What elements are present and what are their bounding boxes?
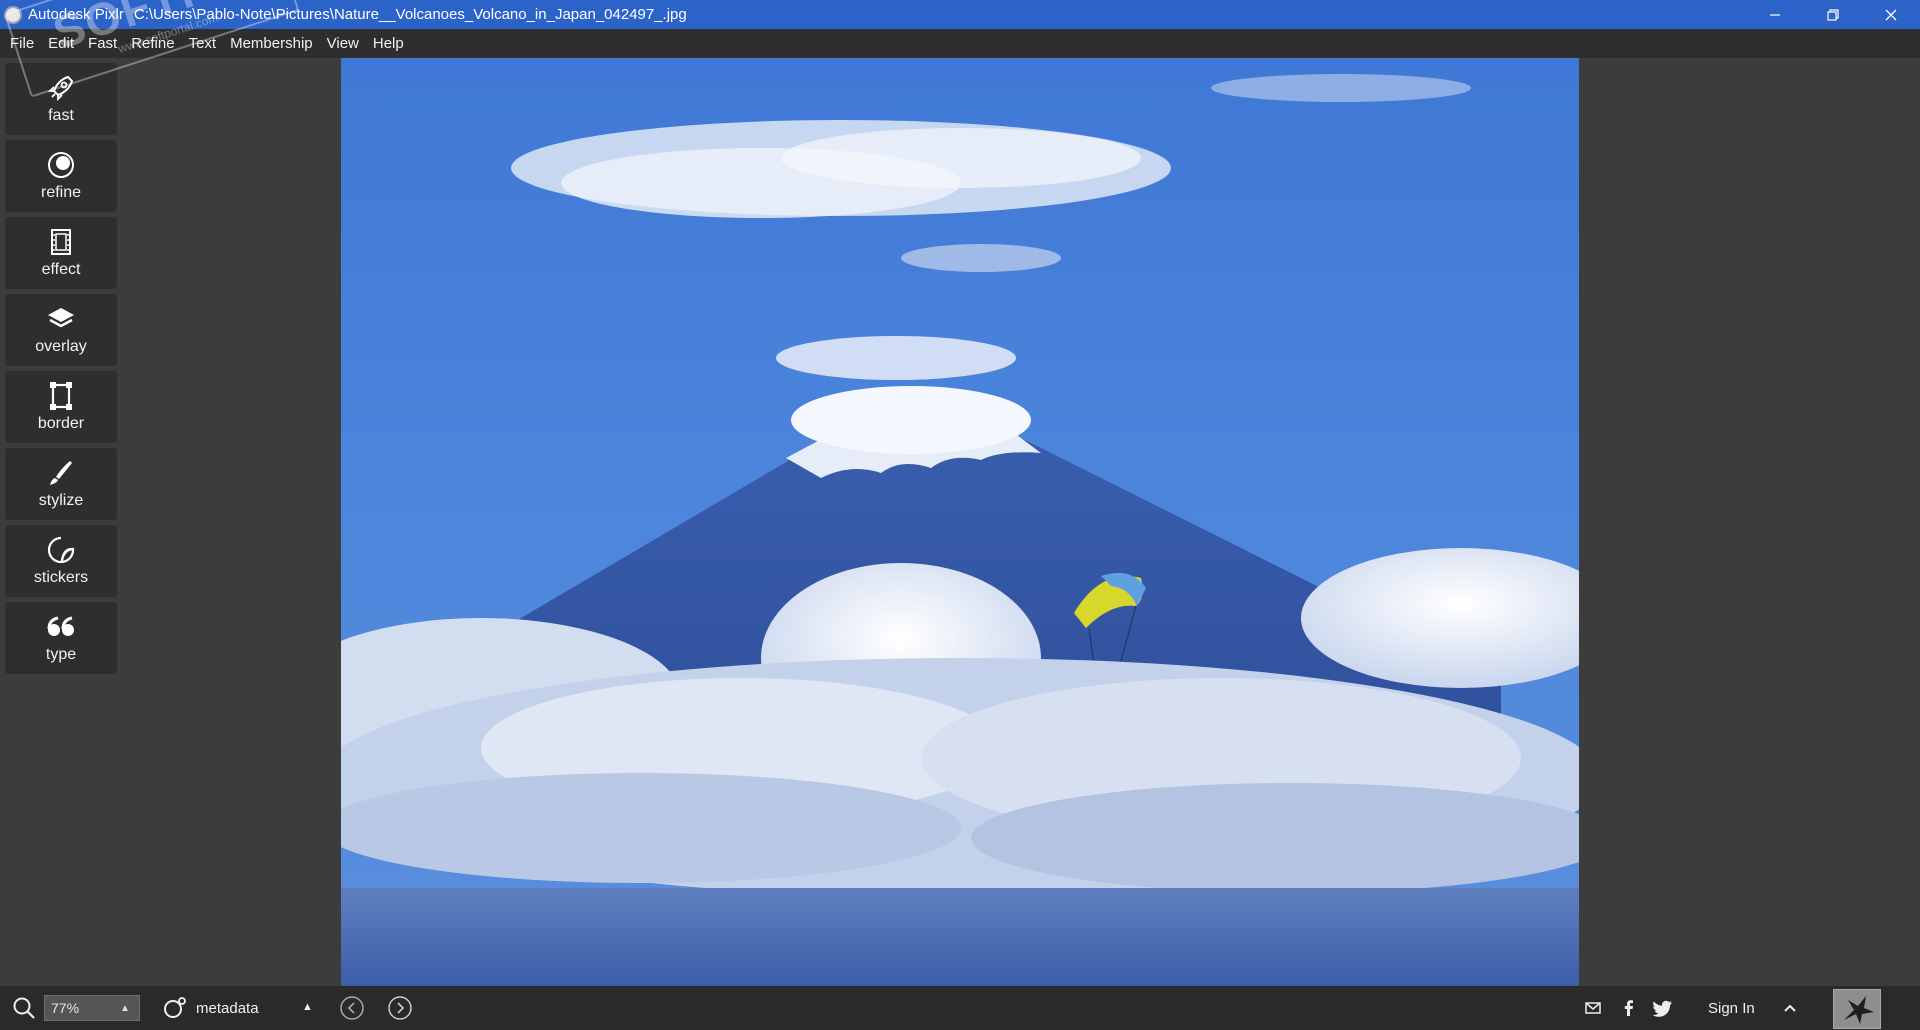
restore-icon bbox=[1827, 8, 1839, 21]
tool-refine[interactable]: refine bbox=[5, 140, 117, 212]
sticker-icon bbox=[45, 535, 77, 565]
tool-overlay[interactable]: overlay bbox=[5, 294, 117, 366]
sign-in-link[interactable]: Sign In bbox=[1708, 1000, 1755, 1017]
rocket-icon bbox=[45, 73, 77, 103]
quote-icon bbox=[45, 612, 77, 642]
tool-label: border bbox=[37, 415, 85, 432]
tool-label: stickers bbox=[33, 569, 89, 586]
app-name: Autodesk Pixlr bbox=[28, 6, 124, 23]
zoom-icon[interactable] bbox=[12, 996, 36, 1020]
menu-fast[interactable]: Fast bbox=[82, 35, 123, 52]
previous-image-button[interactable] bbox=[339, 995, 365, 1021]
status-bar: ▲ metadata ▲ Sign In bbox=[0, 986, 1920, 1030]
image-canvas[interactable] bbox=[341, 58, 1579, 986]
refine-icon bbox=[45, 150, 77, 180]
chevron-up-icon[interactable] bbox=[1780, 998, 1800, 1018]
file-path: C:\Users\Pablo-Note\Pictures\Nature__Vol… bbox=[133, 6, 687, 23]
avatar[interactable] bbox=[1833, 989, 1881, 1029]
menu-view[interactable]: View bbox=[321, 35, 365, 52]
film-icon bbox=[45, 227, 77, 257]
tool-label: fast bbox=[48, 107, 74, 124]
metadata-toggle-icon[interactable]: ▲ bbox=[302, 1001, 313, 1013]
tool-label: refine bbox=[40, 184, 82, 201]
title-bar: Autodesk Pixlr C:\Users\Pablo-Note\Pictu… bbox=[0, 0, 1920, 29]
tool-fast[interactable]: fast bbox=[5, 63, 117, 135]
creature-avatar-icon bbox=[1834, 990, 1880, 1028]
tool-effect[interactable]: effect bbox=[5, 217, 117, 289]
menu-bar: File Edit Fast Refine Text Membership Vi… bbox=[0, 29, 1920, 58]
tool-stickers[interactable]: stickers bbox=[5, 525, 117, 597]
zoom-select[interactable]: ▲ bbox=[44, 995, 140, 1021]
app-logo-icon bbox=[4, 5, 22, 24]
menu-text[interactable]: Text bbox=[183, 35, 223, 52]
border-icon bbox=[45, 381, 77, 411]
tool-stylize[interactable]: stylize bbox=[5, 448, 117, 520]
layers-icon bbox=[45, 304, 77, 334]
metadata-label[interactable]: metadata bbox=[196, 1000, 259, 1017]
next-image-button[interactable] bbox=[387, 995, 413, 1021]
tool-label: overlay bbox=[35, 338, 87, 355]
chevron-right-icon bbox=[388, 996, 412, 1020]
minimize-button[interactable] bbox=[1746, 0, 1804, 29]
brush-icon bbox=[45, 458, 77, 488]
restore-button[interactable] bbox=[1804, 0, 1862, 29]
tool-panel: fast refine effect overlay border styliz… bbox=[5, 63, 117, 679]
volcano-photo bbox=[341, 58, 1579, 986]
zoom-dropdown-icon[interactable]: ▲ bbox=[115, 1003, 135, 1014]
zoom-input[interactable] bbox=[45, 996, 115, 1020]
menu-refine[interactable]: Refine bbox=[125, 35, 180, 52]
mail-icon[interactable] bbox=[1583, 998, 1603, 1018]
menu-help[interactable]: Help bbox=[367, 35, 410, 52]
tool-label: stylize bbox=[38, 492, 84, 509]
minimize-icon bbox=[1770, 13, 1780, 16]
chevron-left-icon bbox=[340, 996, 364, 1020]
twitter-icon[interactable] bbox=[1652, 998, 1674, 1018]
window-controls bbox=[1746, 0, 1920, 29]
tool-label: type bbox=[45, 646, 77, 663]
tool-border[interactable]: border bbox=[5, 371, 117, 443]
menu-file[interactable]: File bbox=[4, 35, 40, 52]
close-icon bbox=[1885, 9, 1897, 20]
menu-membership[interactable]: Membership bbox=[224, 35, 319, 52]
tool-label: effect bbox=[41, 261, 81, 278]
pixlr-app-window: Autodesk Pixlr C:\Users\Pablo-Note\Pictu… bbox=[0, 0, 1920, 1030]
close-button[interactable] bbox=[1862, 0, 1920, 29]
facebook-icon[interactable] bbox=[1619, 998, 1639, 1018]
metadata-icon[interactable] bbox=[161, 996, 187, 1020]
tool-type[interactable]: type bbox=[5, 602, 117, 674]
menu-edit[interactable]: Edit bbox=[42, 35, 80, 52]
